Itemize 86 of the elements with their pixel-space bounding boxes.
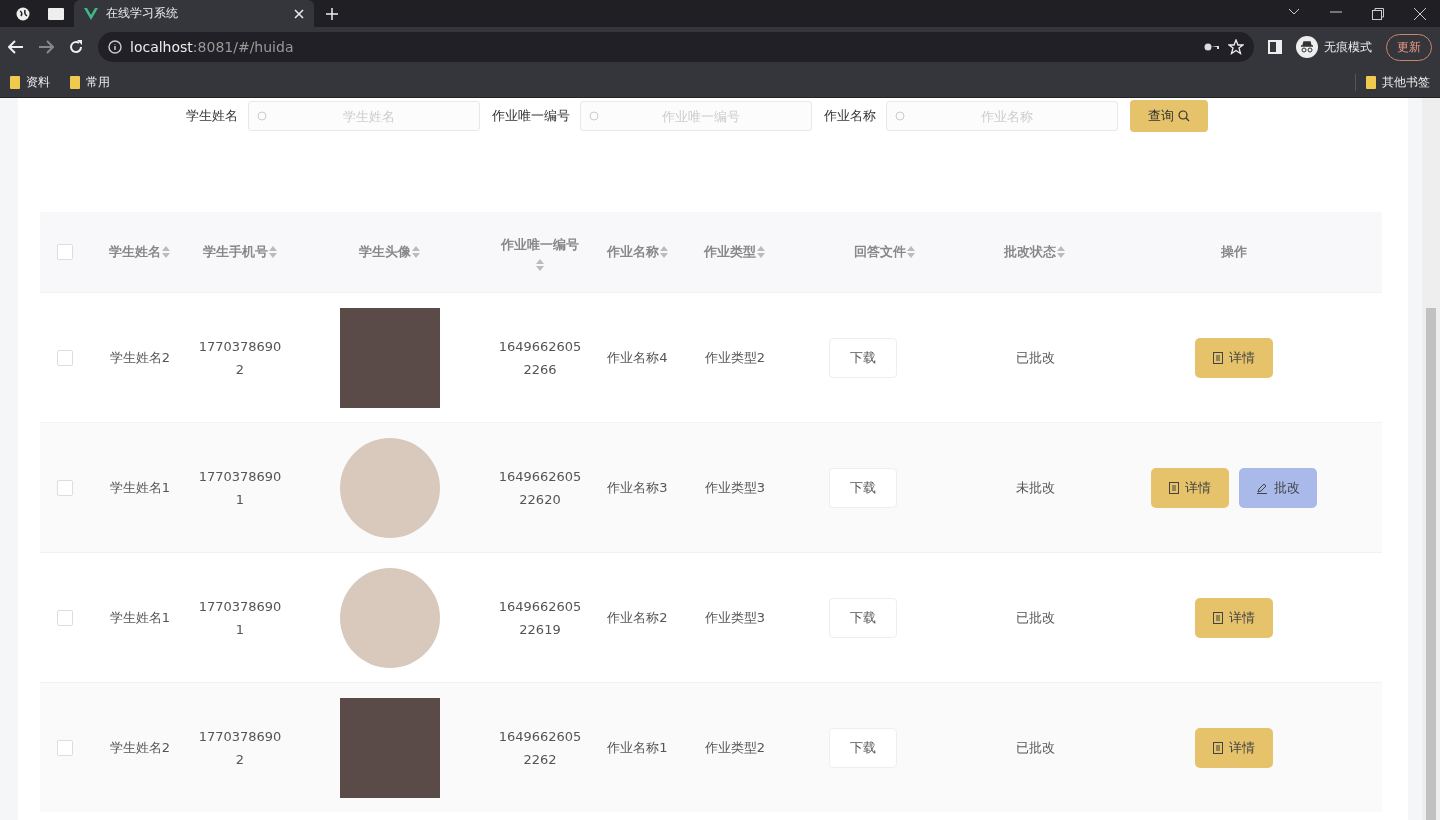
- column-header: 回答文件: [854, 243, 906, 261]
- review-button[interactable]: 批改: [1238, 467, 1317, 508]
- info-icon[interactable]: [108, 40, 122, 54]
- detail-button[interactable]: 详情: [1194, 597, 1273, 638]
- download-button[interactable]: 下载: [829, 337, 897, 378]
- table-cell-text: 17703786901: [197, 597, 283, 639]
- window-icon[interactable]: [48, 7, 64, 20]
- bookmark[interactable]: 常用: [86, 73, 110, 91]
- table-cell-text: 作业类型2: [703, 739, 767, 757]
- table-cell-text: 164966260522620: [497, 467, 583, 509]
- detail-button[interactable]: 详情: [1194, 727, 1273, 768]
- table-cell-text: 已批改: [1014, 349, 1056, 367]
- pencil-icon: [1255, 481, 1268, 494]
- column-header: 学生手机号: [202, 243, 268, 261]
- column-header: 作业唯一编号: [501, 236, 579, 254]
- detail-button[interactable]: 详情: [1150, 467, 1229, 508]
- document-icon: [1212, 611, 1223, 624]
- key-icon[interactable]: [1204, 42, 1220, 52]
- browser-tab[interactable]: 在线学习系统: [74, 0, 314, 27]
- folder-icon: [70, 75, 80, 89]
- checkbox[interactable]: [57, 244, 73, 260]
- side-panel-icon[interactable]: [1268, 40, 1282, 54]
- tab-title: 在线学习系统: [106, 5, 179, 22]
- search-label: 学生姓名: [186, 107, 238, 125]
- v-logo-icon: [84, 7, 98, 20]
- search-icon: [895, 111, 905, 121]
- table-cell-text: 作业类型3: [703, 479, 767, 497]
- search-icon: [589, 111, 599, 121]
- table-cell-text: 作业名称2: [606, 609, 669, 627]
- close-icon[interactable]: [1414, 7, 1426, 20]
- column-header: 学生头像: [359, 243, 411, 261]
- table-cell-text: 16496626052262: [497, 727, 583, 769]
- checkbox[interactable]: [57, 479, 73, 496]
- chevron-down-icon[interactable]: [1288, 7, 1300, 16]
- profile-label: 无痕模式: [1324, 38, 1372, 56]
- table-cell-text: 未批改: [1014, 479, 1056, 497]
- column-header: 作业类型: [704, 243, 756, 261]
- table-cell-text: 作业名称4: [606, 349, 669, 367]
- table-cell-text: 17703786902: [197, 337, 283, 379]
- table-cell-text: 17703786901: [197, 467, 283, 509]
- document-icon: [1168, 481, 1179, 494]
- search-label: 作业唯一编号: [492, 107, 570, 125]
- table-cell-text: 已批改: [1014, 609, 1056, 627]
- column-header: 操作: [1220, 243, 1247, 261]
- query-button[interactable]: 查询: [1130, 100, 1208, 132]
- table-cell-text: 作业名称1: [606, 739, 669, 757]
- detail-button[interactable]: 详情: [1194, 337, 1273, 378]
- table-cell-text: 作业类型2: [703, 349, 767, 367]
- folder-icon: [10, 75, 20, 89]
- other-bookmarks[interactable]: 其他书签: [1382, 73, 1430, 91]
- download-button[interactable]: 下载: [829, 467, 897, 508]
- bookmark[interactable]: 资料: [26, 73, 50, 91]
- address-bar[interactable]: localhost:8081/#/huida: [98, 32, 1254, 62]
- search-icon: [1178, 110, 1190, 122]
- column-header: 作业名称: [606, 243, 659, 261]
- search-icon: [257, 111, 267, 121]
- checkbox[interactable]: [57, 349, 73, 366]
- star-icon[interactable]: [1228, 39, 1244, 55]
- table-cell-text: 17703786902: [197, 727, 283, 769]
- back-icon[interactable]: [8, 40, 24, 54]
- table-cell-text: 学生姓名2: [108, 739, 172, 757]
- table-cell-text: 学生姓名1: [108, 479, 172, 497]
- reload-icon[interactable]: [68, 39, 84, 55]
- column-header: 学生姓名: [109, 243, 161, 261]
- new-tab-icon[interactable]: [326, 7, 338, 20]
- scrollbar[interactable]: [1422, 98, 1440, 820]
- table-cell-text: 作业名称3: [606, 479, 669, 497]
- checkbox[interactable]: [57, 739, 73, 756]
- column-header: 批改状态: [1004, 243, 1056, 261]
- download-button[interactable]: 下载: [829, 727, 897, 768]
- table-cell-text: 已批改: [1014, 739, 1056, 757]
- table-cell-text: 学生姓名1: [108, 609, 172, 627]
- restore-icon[interactable]: [1372, 7, 1384, 20]
- globe-icon[interactable]: [16, 6, 30, 21]
- checkbox[interactable]: [57, 609, 73, 626]
- table-cell-text: 164966260522619: [497, 597, 583, 639]
- forward-icon[interactable]: [38, 40, 54, 54]
- document-icon: [1212, 741, 1223, 754]
- table-cell-text: 学生姓名2: [108, 349, 172, 367]
- search-label: 作业名称: [824, 107, 876, 125]
- incognito-icon[interactable]: [1296, 36, 1318, 58]
- document-icon: [1212, 351, 1223, 364]
- download-button[interactable]: 下载: [829, 597, 897, 638]
- table-cell-text: 16496626052266: [497, 337, 583, 379]
- folder-icon: [1366, 75, 1376, 89]
- table-cell-text: 作业类型3: [703, 609, 767, 627]
